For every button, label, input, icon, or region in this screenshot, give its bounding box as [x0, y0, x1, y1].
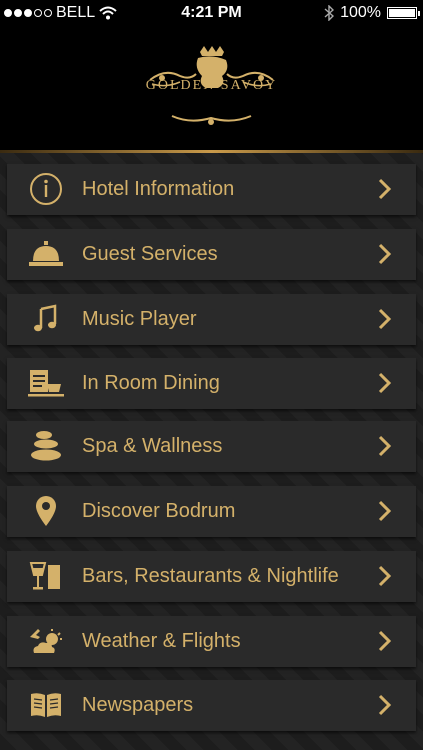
- menu-item-label: Bars, Restaurants & Nightlife: [82, 565, 339, 587]
- menu-item-weather-flights[interactable]: Weather & Flights: [7, 616, 416, 667]
- menu-item-label: Spa & Wallness: [82, 435, 223, 457]
- chevron-right-icon: [378, 243, 392, 265]
- battery-icon: [387, 7, 420, 19]
- chevron-right-icon: [378, 565, 392, 587]
- menu-item-label: Guest Services: [82, 243, 218, 265]
- drinks-icon: [27, 559, 65, 593]
- menu-item-discover-bodrum[interactable]: Discover Bodrum: [7, 486, 416, 537]
- menu-item-label: Weather & Flights: [82, 630, 241, 652]
- dining-icon: [27, 366, 65, 400]
- chevron-right-icon: [378, 435, 392, 457]
- menu-item-label: Hotel Information: [82, 178, 235, 200]
- menu-item-hotel-information[interactable]: Hotel Information: [7, 164, 416, 215]
- chevron-right-icon: [378, 372, 392, 394]
- map-pin-icon: [27, 494, 65, 528]
- info-icon: [27, 172, 65, 206]
- menu-item-label: Newspapers: [82, 694, 194, 716]
- menu-item-label: Discover Bodrum: [82, 500, 236, 522]
- menu-item-label: In Room Dining: [82, 372, 220, 394]
- chevron-right-icon: [378, 178, 392, 200]
- weather-plane-icon: [27, 624, 65, 658]
- service-bell-icon: [27, 237, 65, 271]
- menu-item-label: Music Player: [82, 308, 197, 330]
- battery-percent: 100%: [340, 4, 381, 21]
- chevron-right-icon: [378, 500, 392, 522]
- menu-item-music-player[interactable]: Music Player: [7, 294, 416, 345]
- menu-item-spa-wallness[interactable]: Spa & Wallness: [7, 421, 416, 472]
- bluetooth-icon: [324, 5, 335, 21]
- chevron-right-icon: [378, 694, 392, 716]
- menu-item-in-room-dining[interactable]: In Room Dining: [7, 358, 416, 409]
- brand-name: GOLDEN SAVOY: [145, 78, 278, 93]
- app-header: GOLDEN SAVOY: [0, 26, 423, 150]
- chevron-right-icon: [378, 308, 392, 330]
- chevron-right-icon: [378, 630, 392, 652]
- status-bar: BELL 4:21 PM 100%: [0, 0, 423, 26]
- spa-stones-icon: [27, 429, 65, 463]
- menu-item-newspapers[interactable]: Newspapers: [7, 680, 416, 731]
- main-menu: Hotel Information Guest Services Music P…: [0, 153, 423, 750]
- book-icon: [27, 688, 65, 722]
- menu-item-bars-restaurants-nightlife[interactable]: Bars, Restaurants & Nightlife: [7, 551, 416, 602]
- menu-item-guest-services[interactable]: Guest Services: [7, 229, 416, 280]
- battery-area: 100%: [324, 4, 420, 22]
- music-note-icon: [27, 302, 65, 336]
